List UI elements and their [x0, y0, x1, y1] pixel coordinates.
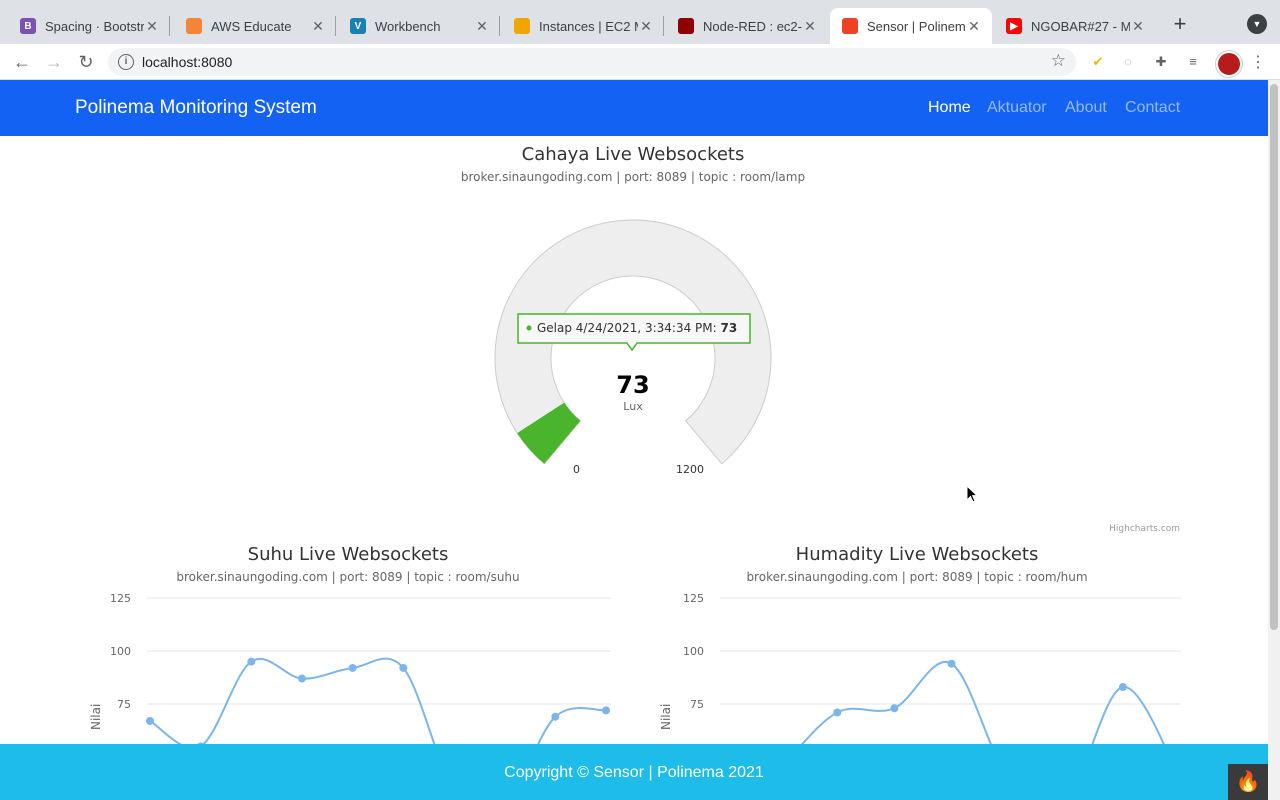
mouse-cursor-icon	[966, 485, 979, 503]
y-axis-label: Nilai	[659, 704, 673, 730]
gauge-max-label: 1200	[676, 463, 704, 476]
gauge-tooltip-text: Gelap 4/24/2021, 3:34:34 PM: 73	[537, 321, 737, 335]
nav-link-home[interactable]: Home	[928, 99, 971, 117]
y-axis-label: Nilai	[89, 704, 103, 730]
highcharts-credits[interactable]: Highcharts.com	[1109, 524, 1180, 534]
nav-link-contact[interactable]: Contact	[1125, 99, 1180, 117]
aws-icon	[186, 18, 202, 34]
extension-circle-icon[interactable]: ◌	[1118, 52, 1138, 72]
y-tick-label: 125	[683, 592, 704, 605]
humidity-chart-title: Humadity Live Websockets	[795, 544, 1039, 565]
site-info-icon[interactable]: i	[118, 54, 134, 70]
tab-search-icon[interactable]: ▼	[1247, 14, 1267, 34]
data-point[interactable]	[399, 663, 408, 672]
nav-link-aktuator[interactable]: Aktuator	[987, 99, 1047, 117]
youtube-icon: ▶	[1006, 18, 1022, 34]
y-tick-label: 75	[117, 698, 131, 711]
reload-button[interactable]: ↻	[74, 50, 98, 74]
data-point[interactable]	[247, 657, 256, 666]
scrollbar-thumb[interactable]	[1270, 84, 1278, 630]
close-tab-icon[interactable]: ✕	[144, 18, 160, 35]
extension-check-icon[interactable]: ✔	[1088, 52, 1108, 72]
data-point[interactable]	[551, 712, 560, 721]
new-tab-button[interactable]: +	[1168, 13, 1192, 37]
gauge-chart: 73 Lux 0 1200 Highcharts.com Gelap 4/24/…	[494, 219, 1180, 534]
humidity-line-chart: 75 100 125 Nilai	[659, 592, 1181, 745]
browser-tab-title: Instances | EC2 M	[539, 18, 638, 34]
close-tab-icon[interactable]: ✕	[1130, 18, 1146, 35]
data-point[interactable]	[890, 704, 899, 713]
close-tab-icon[interactable]: ✕	[638, 18, 654, 35]
forward-button[interactable]: →	[42, 50, 66, 74]
humidity-chart-subtitle: broker.sinaungoding.com | port: 8089 | t…	[746, 570, 1088, 584]
browser-tab[interactable]: Instances | EC2 M ✕	[502, 8, 664, 44]
gauge-value-label: 73	[616, 371, 649, 399]
bookmark-star-icon[interactable]: ☆	[1051, 51, 1066, 71]
tab-separator	[169, 16, 170, 36]
browser-tab-title: Workbench	[375, 18, 441, 34]
tooltip-series-dot	[526, 325, 532, 331]
browser-tab[interactable]: Sensor | Polinema ✕	[830, 8, 992, 44]
site-footer: Copyright © Sensor | Polinema 2021	[0, 744, 1268, 800]
close-tab-icon[interactable]: ✕	[802, 18, 818, 35]
gauge-tooltip-series: Gelap 4/24/2021, 3:34:34 PM:	[537, 321, 720, 335]
browser-toolbar: ← → ↻ i localhost:8080 ☆ ✔ ◌ ✚ ≡	[0, 44, 1280, 80]
address-url[interactable]: localhost:8080	[142, 54, 232, 70]
bootstrap-icon: B	[20, 18, 36, 34]
tab-separator	[335, 16, 336, 36]
browser-tab-title: Spacing · Bootstr	[45, 18, 144, 34]
vocareum-icon: V	[350, 18, 366, 34]
browser-tab[interactable]: ▶ NGOBAR#27 - Mo ✕	[994, 8, 1156, 44]
browser-tab[interactable]: Node-RED : ec2- ✕	[666, 8, 828, 44]
browser-tab-title: Node-RED : ec2-	[703, 18, 802, 34]
browser-tab-title: Sensor | Polinema	[867, 18, 966, 34]
node-red-icon	[678, 18, 694, 34]
suhu-chart-subtitle: broker.sinaungoding.com | port: 8089 | t…	[176, 570, 520, 584]
suhu-chart-title: Suhu Live Websockets	[247, 544, 449, 565]
ec2-icon	[514, 18, 530, 34]
tab-separator	[499, 16, 500, 36]
back-button[interactable]: ←	[10, 50, 34, 74]
tab-separator	[663, 16, 664, 36]
data-point[interactable]	[947, 659, 956, 668]
y-tick-label: 75	[690, 698, 704, 711]
navbar-brand[interactable]: Polinema Monitoring System	[75, 97, 317, 119]
footer-copyright: Copyright © Sensor | Polinema 2021	[504, 764, 764, 781]
close-tab-icon[interactable]: ✕	[310, 18, 326, 35]
y-tick-label: 100	[683, 645, 704, 658]
data-point[interactable]	[298, 674, 306, 683]
data-point[interactable]	[348, 663, 357, 672]
y-tick-label: 125	[110, 592, 131, 605]
browser-tab[interactable]: B Spacing · Bootstr ✕	[8, 8, 170, 44]
data-point[interactable]	[1118, 683, 1127, 692]
browser-tab-title: AWS Educate	[211, 18, 292, 34]
gauge-unit-label: Lux	[623, 400, 643, 413]
series-line	[800, 660, 1166, 745]
nav-link-about[interactable]: About	[1065, 99, 1107, 117]
codeigniter-icon	[842, 18, 858, 34]
address-bar[interactable]: i localhost:8080 ☆	[108, 48, 1076, 76]
site-navbar: Polinema Monitoring System Home Aktuator…	[0, 80, 1268, 136]
data-point[interactable]	[602, 706, 610, 715]
browser-tab-title: NGOBAR#27 - Mo	[1031, 18, 1130, 34]
gauge-min-label: 0	[573, 463, 580, 476]
reading-list-icon[interactable]: ≡	[1183, 52, 1203, 72]
gauge-tooltip-value: 73	[720, 321, 737, 335]
browser-tab-strip: B Spacing · Bootstr ✕ AWS Educate ✕ V Workbenc…	[0, 0, 1280, 44]
codeigniter-debug-icon[interactable]: 🔥	[1228, 764, 1268, 800]
browser-menu-icon[interactable]: ⋮	[1250, 52, 1266, 72]
profile-avatar[interactable]	[1216, 51, 1242, 77]
data-point[interactable]	[833, 708, 842, 717]
browser-tab[interactable]: V Workbench ✕	[338, 8, 500, 44]
series-line	[149, 657, 607, 745]
data-point[interactable]	[146, 716, 154, 725]
suhu-line-chart: 75 100 125 Nilai	[89, 592, 611, 745]
extensions-puzzle-icon[interactable]: ✚	[1151, 52, 1171, 72]
y-tick-label: 100	[110, 645, 131, 658]
close-tab-icon[interactable]: ✕	[474, 18, 490, 35]
close-tab-icon[interactable]: ✕	[966, 18, 982, 35]
browser-tab[interactable]: AWS Educate ✕	[174, 8, 336, 44]
